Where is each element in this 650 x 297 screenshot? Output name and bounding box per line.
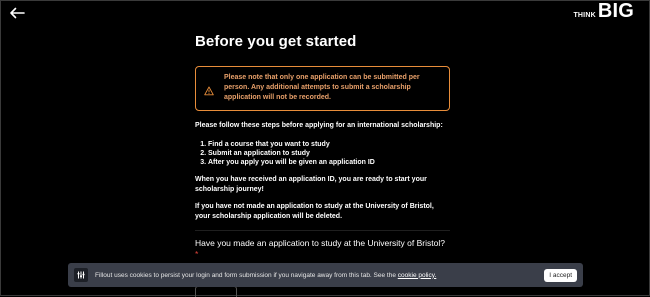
question-text: Have you made an application to study at… <box>195 238 445 248</box>
cookie-banner: Fillout uses cookies to persist your log… <box>68 263 583 287</box>
accept-cookies-button[interactable]: I accept <box>544 268 577 282</box>
ready-paragraph: When you have received an application ID… <box>195 176 427 193</box>
step-item: After you apply you will be given an app… <box>208 158 450 167</box>
warning-triangle-icon <box>204 83 214 96</box>
page-title: Before you get started <box>195 33 357 50</box>
warning-notice-text: Please note that only one application ca… <box>224 74 420 101</box>
logo-big-text: BIG <box>597 0 634 22</box>
next-button[interactable] <box>195 286 237 297</box>
step-item: Submit an application to study <box>208 149 450 158</box>
divider <box>195 230 450 231</box>
instructions-intro: Please follow these steps before applyin… <box>195 122 443 129</box>
required-asterisk: * <box>195 249 199 259</box>
fillout-logo-icon <box>74 268 88 282</box>
step-item: Find a course that you want to study <box>208 140 450 149</box>
cookie-message: Fillout uses cookies to persist your log… <box>95 272 544 279</box>
question-label: Have you made an application to study at… <box>195 238 450 260</box>
deletion-warning-paragraph: If you have not made an application to s… <box>195 203 434 220</box>
think-big-logo: THINK BIG <box>573 0 634 22</box>
warning-notice: Please note that only one application ca… <box>195 66 450 111</box>
form-content: Before you get started Please note that … <box>195 32 450 282</box>
back-arrow-icon[interactable] <box>9 6 25 19</box>
cookie-policy-link[interactable]: cookie policy. <box>398 272 437 279</box>
cookie-message-text: Fillout uses cookies to persist your log… <box>95 271 396 279</box>
logo-small-text: THINK <box>573 12 596 19</box>
steps-list: Find a course that you want to study Sub… <box>195 140 450 167</box>
